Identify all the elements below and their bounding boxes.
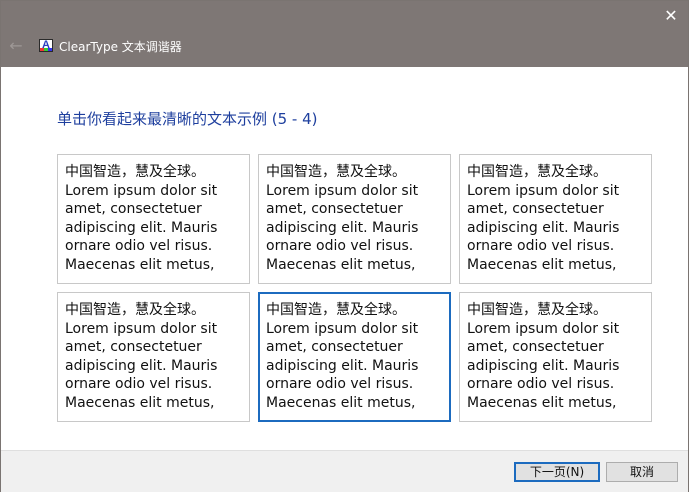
cleartype-tuner-window: ✕ ← A ClearType 文本调谐器 单击你看起来最清晰的文本示例 (5 … xyxy=(0,0,689,492)
close-icon[interactable]: ✕ xyxy=(660,5,682,27)
sample-text: 中国智造，慧及全球。 Lorem ipsum dolor sit amet, c… xyxy=(266,164,419,273)
sample-text: 中国智造，慧及全球。 Lorem ipsum dolor sit amet, c… xyxy=(467,164,620,273)
text-sample-1[interactable]: 中国智造，慧及全球。 Lorem ipsum dolor sit amet, c… xyxy=(57,154,250,284)
sample-text: 中国智造，慧及全球。 Lorem ipsum dolor sit amet, c… xyxy=(65,302,218,411)
sample-text: 中国智造，慧及全球。 Lorem ipsum dolor sit amet, c… xyxy=(266,302,419,411)
back-arrow-icon[interactable]: ← xyxy=(7,37,25,55)
cleartype-app-icon: A xyxy=(39,39,53,52)
cancel-button[interactable]: 取消 xyxy=(606,462,678,482)
window-title: ClearType 文本调谐器 xyxy=(59,40,182,54)
page-heading: 单击你看起来最清晰的文本示例 (5 - 4) xyxy=(57,110,318,128)
sample-text: 中国智造，慧及全球。 Lorem ipsum dolor sit amet, c… xyxy=(467,302,620,411)
sample-text: 中国智造，慧及全球。 Lorem ipsum dolor sit amet, c… xyxy=(65,164,218,273)
next-button[interactable]: 下一页(N) xyxy=(514,462,600,482)
text-sample-5[interactable]: 中国智造，慧及全球。 Lorem ipsum dolor sit amet, c… xyxy=(258,292,451,422)
text-sample-6[interactable]: 中国智造，慧及全球。 Lorem ipsum dolor sit amet, c… xyxy=(459,292,652,422)
dialog-footer: 下一页(N) 取消 xyxy=(1,450,688,492)
app-icon-color-bar xyxy=(40,48,52,51)
text-sample-2[interactable]: 中国智造，慧及全球。 Lorem ipsum dolor sit amet, c… xyxy=(258,154,451,284)
text-sample-3[interactable]: 中国智造，慧及全球。 Lorem ipsum dolor sit amet, c… xyxy=(459,154,652,284)
title-bar: ✕ ← A ClearType 文本调谐器 xyxy=(1,1,688,67)
text-sample-4[interactable]: 中国智造，慧及全球。 Lorem ipsum dolor sit amet, c… xyxy=(57,292,250,422)
